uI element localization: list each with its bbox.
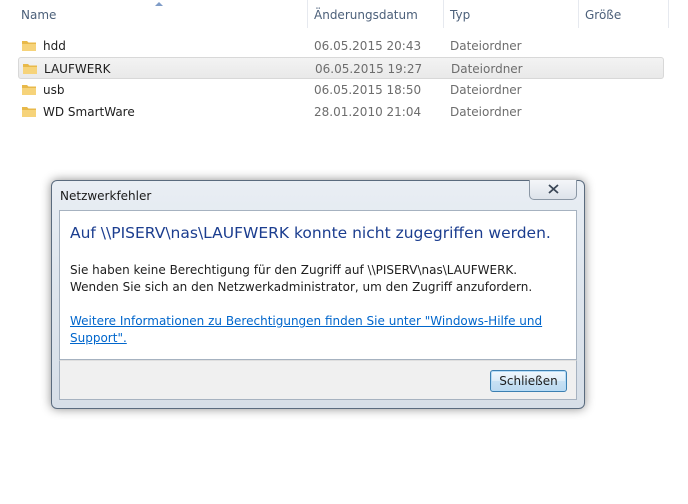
file-date: 06.05.2015 20:43 <box>314 39 422 53</box>
folder-icon <box>22 85 36 95</box>
file-date: 28.01.2010 21:04 <box>314 105 422 119</box>
dialog-message: Sie haben keine Berechtigung für den Zug… <box>70 263 533 294</box>
file-row-wd-smartware[interactable]: WD SmartWare 28.01.2010 21:04 Dateiordne… <box>18 101 664 123</box>
file-type: Dateiordner <box>451 62 523 76</box>
dialog-title: Netzwerkfehler <box>60 189 152 203</box>
file-row-hdd[interactable]: hdd 06.05.2015 20:43 Dateiordner <box>18 35 664 57</box>
file-date: 06.05.2015 19:27 <box>315 62 423 76</box>
column-header-size[interactable]: Größe <box>579 0 669 28</box>
file-name: usb <box>43 83 65 97</box>
file-row-usb[interactable]: usb 06.05.2015 18:50 Dateiordner <box>18 79 664 101</box>
column-header-type[interactable]: Typ <box>444 0 579 28</box>
folder-icon <box>23 64 37 74</box>
help-and-support-link[interactable]: Weitere Informationen zu Berechtigungen … <box>70 313 560 347</box>
column-header-date[interactable]: Änderungsdatum <box>308 0 444 28</box>
dialog-close-button[interactable] <box>529 180 577 200</box>
schliessen-button[interactable]: Schließen <box>490 370 567 392</box>
folder-icon <box>22 107 36 117</box>
file-type: Dateiordner <box>450 39 522 53</box>
column-header-name[interactable]: Name <box>15 0 308 28</box>
file-name: LAUFWERK <box>44 62 111 76</box>
file-row-laufwerk[interactable]: LAUFWERK 06.05.2015 19:27 Dateiordner <box>18 57 664 79</box>
dialog-content: Auf \\PISERV\nas\LAUFWERK konnte nicht z… <box>59 210 577 360</box>
file-name: WD SmartWare <box>43 105 135 119</box>
file-type: Dateiordner <box>450 83 522 97</box>
close-icon <box>548 184 559 194</box>
column-header-bar: Name Änderungsdatum Typ Größe <box>0 0 688 28</box>
dialog-footer: Schließen <box>59 360 577 400</box>
dialog-heading: Auf \\PISERV\nas\LAUFWERK konnte nicht z… <box>70 224 551 242</box>
file-date: 06.05.2015 18:50 <box>314 83 422 97</box>
network-error-dialog: Netzwerkfehler Auf \\PISERV\nas\LAUFWERK… <box>51 180 585 409</box>
file-name: hdd <box>43 39 66 53</box>
folder-icon <box>22 41 36 51</box>
file-type: Dateiordner <box>450 105 522 119</box>
